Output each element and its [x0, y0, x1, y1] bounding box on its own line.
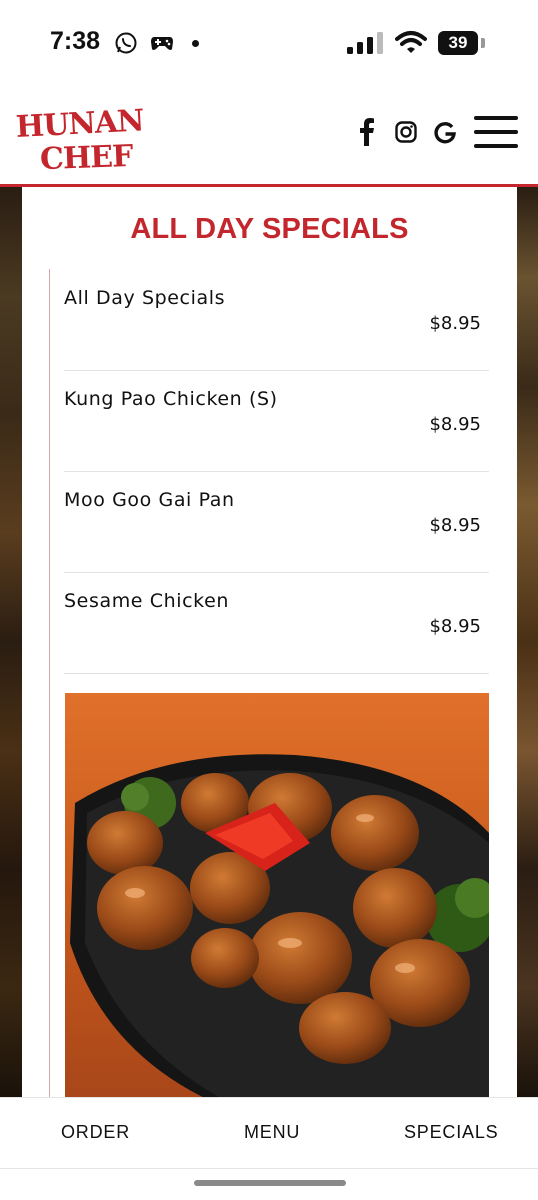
menu-item[interactable]: Sesame Chicken $8.95 [64, 572, 489, 674]
hunan-chef-logo[interactable]: HUNAN CHEF [14, 98, 144, 174]
bottom-navigation: ORDER MENU SPECIALS [0, 1097, 538, 1169]
battery-level: 39 [438, 31, 478, 55]
nav-order[interactable]: ORDER [61, 1122, 130, 1143]
whatsapp-icon [115, 32, 137, 54]
facebook-icon[interactable] [358, 118, 376, 146]
battery-nub [481, 38, 485, 48]
item-name: All Day Specials [64, 287, 226, 309]
background-food-image-left [0, 187, 22, 1097]
nav-menu[interactable]: MENU [244, 1122, 300, 1143]
item-name: Kung Pao Chicken (S) [64, 388, 278, 410]
site-header: HUNAN CHEF [0, 90, 538, 187]
background-food-image-right [517, 187, 538, 1097]
sesame-chicken-photo [65, 693, 489, 1097]
specials-card: ALL DAY SPECIALS All Day Specials $8.95 … [22, 187, 517, 1097]
svg-text:CHEF: CHEF [39, 139, 133, 174]
section-title: ALL DAY SPECIALS [130, 213, 409, 245]
item-price: $8.95 [429, 313, 481, 334]
notification-dot-icon [192, 40, 199, 47]
status-time: 7:38 [50, 27, 101, 55]
menu-item[interactable]: Kung Pao Chicken (S) $8.95 [64, 370, 489, 472]
cellular-signal-icon [347, 32, 383, 54]
item-name: Sesame Chicken [64, 590, 230, 612]
accent-rule [49, 269, 50, 1097]
nav-specials[interactable]: SPECIALS [404, 1122, 498, 1143]
wifi-icon [395, 31, 427, 53]
menu-item[interactable]: All Day Specials $8.95 [64, 269, 489, 371]
hamburger-menu-icon[interactable] [474, 116, 518, 148]
instagram-icon[interactable] [395, 121, 417, 143]
item-price: $8.95 [429, 616, 481, 637]
item-price: $8.95 [429, 414, 481, 435]
game-controller-icon [151, 37, 173, 50]
menu-item[interactable]: Moo Goo Gai Pan $8.95 [64, 471, 489, 573]
home-indicator[interactable] [194, 1180, 346, 1186]
item-price: $8.95 [429, 515, 481, 536]
item-name: Moo Goo Gai Pan [64, 489, 235, 511]
google-icon[interactable] [434, 122, 456, 144]
status-bar: 7:38 39 [0, 0, 538, 90]
